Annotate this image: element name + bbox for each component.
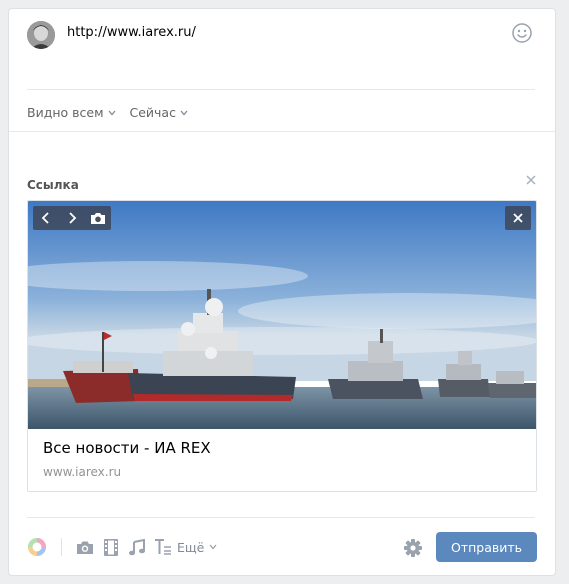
link-title[interactable]: Все новости - ИА REX — [43, 439, 211, 457]
camera-icon — [91, 212, 105, 224]
time-label: Сейчас — [129, 105, 176, 120]
close-icon — [513, 213, 523, 223]
text-format-icon[interactable] — [153, 537, 173, 557]
time-dropdown[interactable]: Сейчас — [130, 105, 188, 120]
chevron-down-icon — [209, 544, 217, 550]
visibility-dropdown[interactable]: Видно всем — [27, 105, 116, 120]
send-button[interactable]: Отправить — [436, 532, 537, 562]
graffiti-icon[interactable] — [27, 537, 47, 557]
avatar[interactable] — [27, 21, 55, 49]
close-icon[interactable] — [525, 171, 537, 185]
toolbar-separator — [61, 538, 62, 556]
smiley-icon[interactable] — [511, 22, 533, 44]
divider — [27, 517, 535, 518]
upload-photo-button[interactable] — [85, 206, 111, 230]
visibility-label: Видно всем — [27, 105, 104, 120]
chevron-right-icon — [69, 212, 77, 224]
link-preview-card[interactable]: Все новости - ИА REX www.iarex.ru — [27, 200, 537, 492]
more-label: Ещё — [177, 539, 205, 555]
chevron-left-icon — [41, 212, 49, 224]
remove-image-button[interactable] — [505, 206, 531, 230]
chevron-down-icon — [180, 110, 188, 115]
link-domain: www.iarex.ru — [43, 465, 122, 479]
prev-image-button[interactable] — [33, 206, 59, 230]
post-text-input[interactable]: http://www.iarex.ru/ — [67, 25, 196, 40]
section-divider — [9, 131, 555, 132]
attachment-toolbar: Ещё — [27, 536, 217, 558]
gear-icon[interactable] — [403, 538, 423, 558]
video-icon[interactable] — [101, 537, 121, 557]
more-button[interactable]: Ещё — [177, 540, 217, 555]
attachment-section-title: Ссылка — [27, 178, 79, 192]
music-icon[interactable] — [127, 537, 147, 557]
image-controls — [33, 206, 111, 230]
post-composer: http://www.iarex.ru/ Видно всем Сейчас С… — [8, 8, 556, 576]
post-meta-row: Видно всем Сейчас — [27, 105, 188, 120]
link-preview-image — [28, 201, 536, 429]
camera-icon[interactable] — [75, 537, 95, 557]
next-image-button[interactable] — [59, 206, 85, 230]
chevron-down-icon — [108, 110, 115, 115]
divider — [27, 89, 535, 90]
